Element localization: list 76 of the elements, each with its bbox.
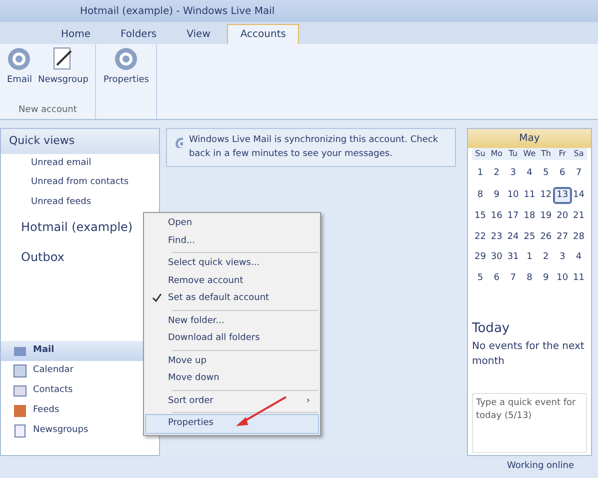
calendar-day[interactable]: 30	[488, 251, 505, 264]
ribbon-button[interactable]: Properties	[100, 47, 152, 88]
folder-item[interactable]: Unread email	[1, 154, 159, 173]
calendar-day[interactable]: 1	[472, 167, 488, 180]
feed-icon	[13, 404, 27, 418]
notice-text: Windows Live Mail is synchronizing this account. Check back in a few minutes to see your messages.	[188, 134, 440, 160]
menu-item[interactable]: Remove account	[146, 272, 318, 290]
calendar-day[interactable]: 12	[538, 188, 554, 203]
section-header: Quick views	[1, 129, 159, 154]
weekday-label: Fr	[554, 148, 571, 160]
calendar-day[interactable]: 20	[554, 210, 571, 224]
calendar-day[interactable]: 29	[472, 251, 488, 264]
calendar-day[interactable]: 22	[472, 230, 488, 244]
calendar-day[interactable]: 18	[521, 210, 538, 224]
calendar-day[interactable]: 21	[570, 210, 587, 224]
calendar-day[interactable]: 8	[472, 188, 488, 203]
calendar-day[interactable]: 5	[472, 272, 488, 285]
calendar-day[interactable]: 14	[570, 188, 587, 203]
calendar-day[interactable]: 23	[488, 230, 505, 244]
quick-event-field[interactable]: Type a quick event for today (5/13)	[472, 392, 587, 452]
calendar-day[interactable]: 4	[570, 251, 587, 264]
menu-item[interactable]: Properties	[146, 415, 318, 433]
calendar-day[interactable]: 17	[504, 210, 522, 224]
month-header: May	[468, 129, 591, 148]
calendar-day[interactable]: 7	[570, 167, 587, 180]
window-title: Hotmail (example) - Windows Live Mail	[80, 4, 275, 18]
ribbon-button[interactable]: Newsgroup	[34, 47, 92, 88]
ribbon-button[interactable]: Email	[4, 47, 35, 88]
calendar-day[interactable]: 2	[488, 167, 505, 180]
document-icon	[13, 424, 27, 438]
calendar-day[interactable]: 10	[554, 272, 571, 285]
calendar-day[interactable]: 8	[521, 272, 538, 285]
calendar-day[interactable]: 16	[488, 210, 505, 224]
calendar-day[interactable]: 1	[521, 251, 538, 264]
calendar-day[interactable]: 27	[554, 230, 571, 244]
calendar-day[interactable]: 31	[504, 251, 522, 264]
folder-item[interactable]: Unread feeds	[1, 192, 159, 212]
ribbon-tab[interactable]: Home	[48, 24, 104, 44]
calendar-day[interactable]: 19	[538, 210, 554, 224]
calendar-day[interactable]: 15	[472, 210, 488, 224]
weekday-label: Sa	[570, 148, 587, 160]
weekday-label: We	[521, 148, 538, 160]
calendar-day[interactable]: 4	[521, 167, 538, 180]
calendar-day[interactable]: 6	[554, 167, 571, 180]
calendar-day[interactable]: 6	[488, 272, 505, 285]
today-title: Today	[472, 320, 511, 338]
weekday-label: Mo	[488, 148, 505, 160]
calendar-day[interactable]: 25	[521, 230, 538, 244]
calendar-day[interactable]: 10	[504, 188, 522, 203]
group-label: New account	[18, 104, 78, 116]
menu-item[interactable]: New folder...	[146, 312, 318, 330]
calendar-day[interactable]: 11	[521, 188, 538, 203]
calendar-day[interactable]: 9	[488, 188, 505, 203]
calendar-day[interactable]: 7	[504, 272, 522, 285]
folder-item[interactable]: Unread from contacts	[1, 173, 159, 192]
calendar-day[interactable]: 9	[538, 272, 554, 285]
calendar-day[interactable]: 11	[570, 272, 587, 285]
status-text: Working online	[506, 460, 574, 474]
checkmark-icon	[151, 292, 163, 304]
calendar-day[interactable]: 5	[538, 167, 554, 180]
calendar-day[interactable]: 3	[504, 167, 522, 180]
weekday-label: Th	[538, 148, 554, 160]
ribbon-tab[interactable]: Accounts	[227, 24, 299, 44]
calendar-day[interactable]: 3	[554, 251, 571, 264]
weekday-label: Su	[472, 148, 488, 160]
calendar-day[interactable]: 24	[504, 230, 522, 244]
calendar-day[interactable]: 13	[554, 188, 571, 203]
today-events-text: No events for the next month	[472, 340, 586, 368]
calendar-day[interactable]: 26	[538, 230, 554, 244]
arrow-annotation	[236, 396, 286, 426]
calendar-day[interactable]: 28	[570, 230, 587, 244]
ribbon-tab[interactable]: View	[174, 24, 224, 44]
menu-item[interactable]: Set as default account	[146, 290, 318, 308]
calendar-day[interactable]: 2	[538, 251, 554, 264]
ribbon-tab[interactable]: Folders	[108, 24, 170, 44]
weekday-label: Tu	[504, 148, 522, 160]
